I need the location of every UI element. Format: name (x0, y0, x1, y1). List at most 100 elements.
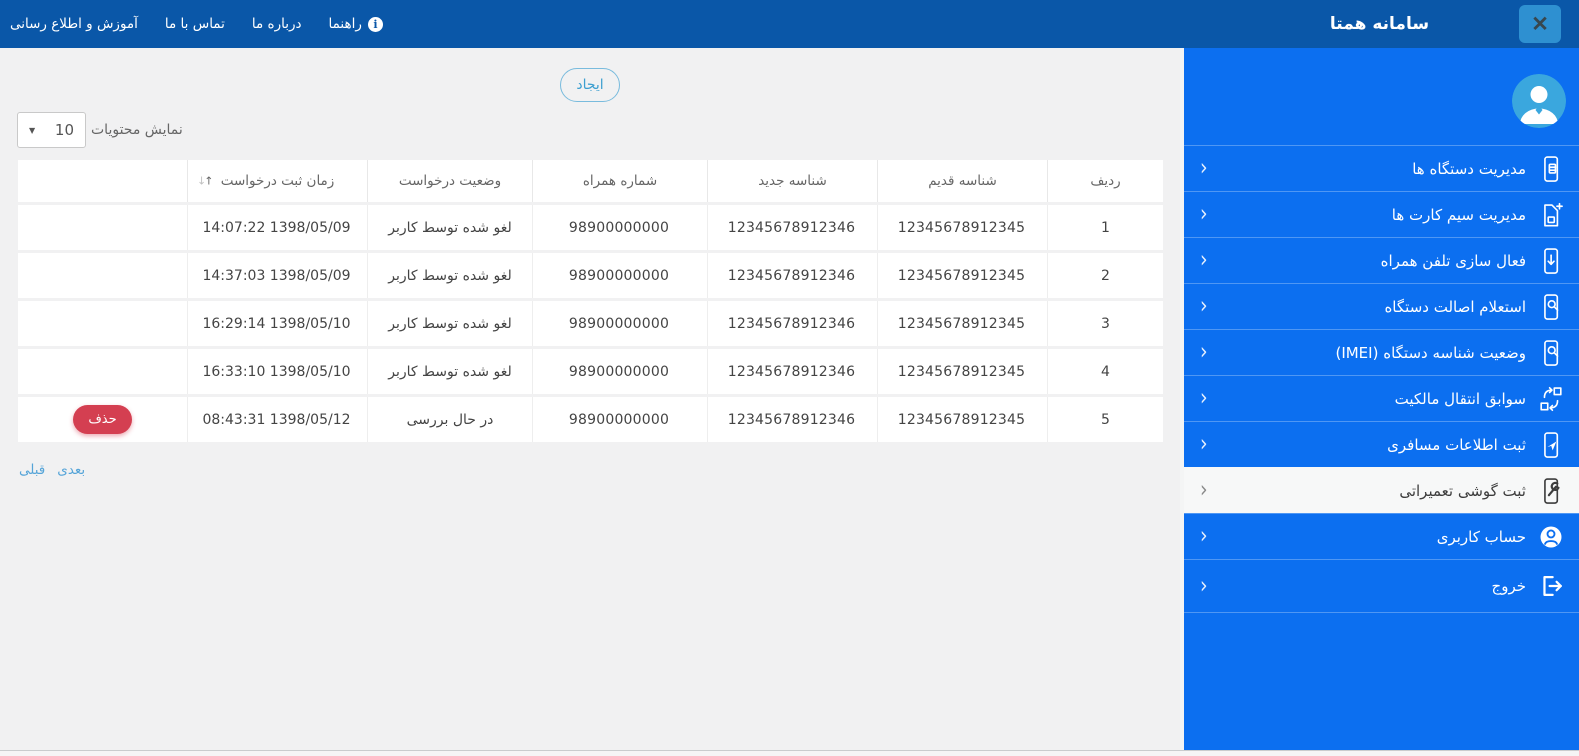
sidebar-item-device-management[interactable]: مدیریت دستگاه ها ‹ (1184, 145, 1579, 191)
cell-index: 1 (1047, 205, 1163, 250)
chevron-left-icon: ‹ (1200, 476, 1208, 504)
cell-status: لغو شده توسط کاربر (367, 205, 532, 250)
cell-action (18, 301, 187, 346)
cell-index: 2 (1047, 253, 1163, 298)
cell-action (18, 205, 187, 250)
sidebar-item-label: ثبت اطلاعات مسافری (1387, 435, 1526, 454)
chevron-left-icon: ‹ (1200, 200, 1208, 228)
sidebar-menu: مدیریت دستگاه ها ‹ مدیریت سیم کارت ها ‹ فعال… (1184, 145, 1579, 613)
nav-item-help[interactable]: راهنما i (329, 16, 383, 32)
sidebar: مدیریت دستگاه ها ‹ مدیریت سیم کارت ها ‹ فعال… (1180, 48, 1579, 756)
phone-airplane-icon (1536, 430, 1566, 460)
cell-mobile: 98900000000 (532, 205, 707, 250)
chevron-left-icon: ‹ (1200, 384, 1208, 412)
cell-action: حذف (18, 397, 187, 442)
user-account-icon (1536, 522, 1566, 552)
sidebar-item-ownership-transfer[interactable]: سوابق انتقال مالکیت ‹ (1184, 375, 1579, 421)
user-avatar (1512, 74, 1566, 128)
column-header-5[interactable]: زمان ثبت درخواست ↑↓ (187, 160, 367, 202)
topbar-nav: آموزش و اطلاع رسانی تماس با ما درباره ما را… (0, 16, 383, 32)
cell-new_id: 12345678912346 (707, 253, 877, 298)
chevron-down-icon: ▼ (29, 125, 36, 135)
delete-button[interactable]: حذف (73, 405, 132, 434)
cell-status: لغو شده توسط کاربر (367, 253, 532, 298)
table-header-row: ردیف شناسه قدیم شناسه جدید شماره همراه وضعیت… (18, 160, 1163, 202)
column-header-actions[interactable] (18, 160, 187, 202)
phone-wrench-icon (1536, 476, 1566, 506)
cell-action (18, 349, 187, 394)
sidebar-item-phone-activation[interactable]: فعال سازی تلفن همراه ‹ (1184, 237, 1579, 283)
cell-old_id: 12345678912345 (877, 253, 1047, 298)
table-row: 3 12345678912345 12345678912346 98900000000… (18, 301, 1163, 346)
cell-action (18, 253, 187, 298)
cell-index: 4 (1047, 349, 1163, 394)
column-header-1[interactable]: شناسه قدیم (877, 160, 1047, 202)
cell-time: 16:33:10 1398/05/10 (187, 349, 367, 394)
sidebar-item-logout[interactable]: خروج ‹ (1184, 559, 1579, 613)
chevron-left-icon: ‹ (1200, 430, 1208, 458)
cell-mobile: 98900000000 (532, 301, 707, 346)
close-button[interactable]: ✕ (1519, 5, 1561, 43)
app-title: سامانه همتا (1329, 14, 1430, 34)
cell-status: لغو شده توسط کاربر (367, 349, 532, 394)
topbar: آموزش و اطلاع رسانی تماس با ما درباره ما را… (0, 0, 1579, 48)
sidebar-item-label: فعال سازی تلفن همراه (1380, 251, 1526, 270)
info-icon: i (367, 16, 383, 32)
nav-item-about-us[interactable]: درباره ما (252, 16, 302, 32)
cell-time: 14:37:03 1398/05/09 (187, 253, 367, 298)
topbar-title-area: سامانه همتا ✕ (1180, 0, 1579, 48)
nav-item-label: آموزش و اطلاع رسانی (10, 16, 138, 32)
column-header-label: شناسه جدید (758, 173, 827, 189)
sidebar-item-user-account[interactable]: حساب کاربری ‹ (1184, 513, 1579, 559)
column-header-4[interactable]: وضعیت درخواست (367, 160, 532, 202)
column-header-label: شماره همراه (582, 173, 658, 189)
cell-time: 16:29:14 1398/05/10 (187, 301, 367, 346)
pagination-prev[interactable]: قبلی (19, 462, 45, 478)
chevron-left-icon: ‹ (1200, 154, 1208, 182)
cell-mobile: 98900000000 (532, 349, 707, 394)
sidebar-item-imei-status[interactable]: وضعیت شناسه دستگاه (IMEI) ‹ (1184, 329, 1579, 375)
cell-time: 14:07:22 1398/05/09 (187, 205, 367, 250)
sidebar-item-label: خروج (1491, 577, 1526, 595)
table-row: 2 12345678912345 12345678912346 98900000000… (18, 253, 1163, 298)
cell-new_id: 12345678912346 (707, 397, 877, 442)
cell-old_id: 12345678912345 (877, 349, 1047, 394)
sidebar-item-sim-management[interactable]: مدیریت سیم کارت ها ‹ (1184, 191, 1579, 237)
requests-table: ردیف شناسه قدیم شناسه جدید شماره همراه وضعیت… (18, 157, 1163, 445)
nav-item-contact-us[interactable]: تماس با ما (165, 16, 225, 32)
chevron-left-icon: ‹ (1200, 572, 1208, 599)
sidebar-item-label: مدیریت سیم کارت ها (1391, 205, 1526, 224)
logout-icon (1536, 571, 1566, 601)
sidebar-item-label: حساب کاربری (1436, 527, 1526, 546)
sidebar-item-repair-registration[interactable]: ثبت گوشی تعمیراتی ‹ (1184, 467, 1579, 513)
column-header-label: شناسه قدیم (928, 173, 997, 189)
cell-new_id: 12345678912346 (707, 349, 877, 394)
sort-icon: ↑↓ (197, 174, 214, 188)
column-header-2[interactable]: شناسه جدید (707, 160, 877, 202)
cell-new_id: 12345678912346 (707, 301, 877, 346)
column-header-3[interactable]: شماره همراه (532, 160, 707, 202)
chevron-left-icon: ‹ (1200, 338, 1208, 366)
column-header-0[interactable]: ردیف (1047, 160, 1163, 202)
page-size-select[interactable]: ▼ 10 (17, 112, 86, 148)
create-button[interactable]: ایجاد (560, 68, 620, 102)
cell-status: لغو شده توسط کاربر (367, 301, 532, 346)
column-header-label: وضعیت درخواست (398, 173, 502, 189)
sidebar-item-traveler-info[interactable]: ثبت اطلاعات مسافری ‹ (1184, 421, 1579, 467)
sidebar-item-authenticity-inquiry[interactable]: استعلام اصالت دستگاه ‹ (1184, 283, 1579, 329)
avatar-person-icon (1512, 74, 1566, 128)
nav-item-training-news[interactable]: آموزش و اطلاع رسانی (10, 16, 138, 32)
table-controls: نمایش محتویات ▼ 10 (0, 105, 1180, 155)
cell-old_id: 12345678912345 (877, 205, 1047, 250)
table-row: 4 12345678912345 12345678912346 98900000000… (18, 349, 1163, 394)
cell-index: 5 (1047, 397, 1163, 442)
cell-time: 08:43:31 1398/05/12 (187, 397, 367, 442)
sidebar-item-label: وضعیت شناسه دستگاه (IMEI) (1335, 343, 1526, 362)
cell-old_id: 12345678912345 (877, 397, 1047, 442)
cell-old_id: 12345678912345 (877, 301, 1047, 346)
column-header-label: زمان ثبت درخواست (220, 173, 335, 189)
main-content: ایجاد نمایش محتویات ▼ 10 ردیف شناسه قدیم ش… (0, 48, 1180, 749)
nav-item-label: درباره ما (251, 16, 302, 32)
pagination-next[interactable]: بعدی (57, 462, 85, 478)
page-size-label: نمایش محتویات (91, 122, 183, 138)
